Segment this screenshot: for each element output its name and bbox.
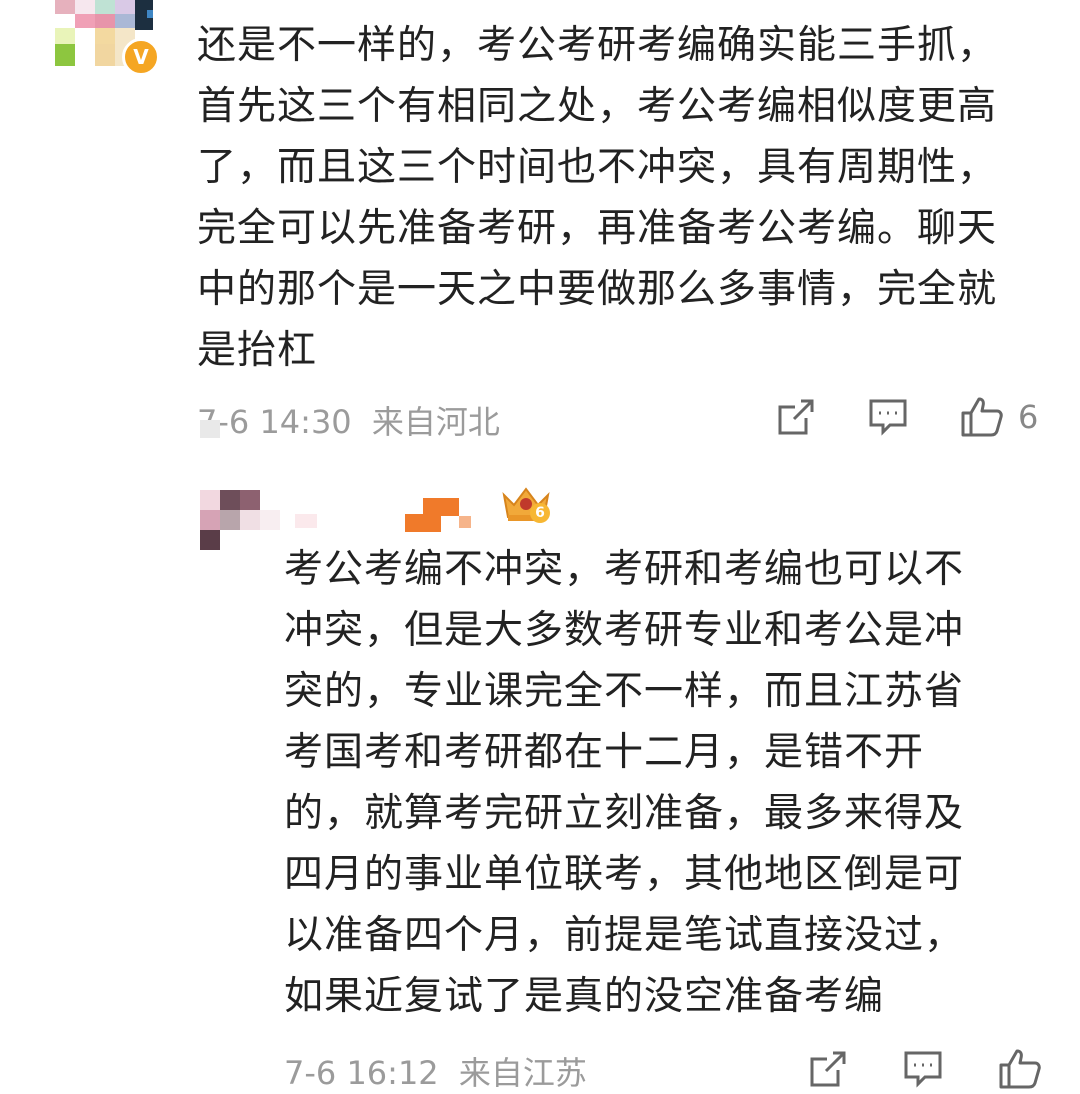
comment-time: 7-6 14:30 — [197, 403, 352, 441]
verified-badge: V — [122, 38, 160, 76]
pixelation-mask — [200, 420, 220, 438]
level-badge: 6 — [500, 485, 552, 525]
comment-text: 还是不一样的，考公考研考编确实能三手抓， 首先这三个有相同之处，考公考编相似度更… — [197, 23, 998, 373]
share-button[interactable] — [808, 1049, 848, 1089]
comment-actions: 6 — [776, 396, 1038, 438]
comment-icon — [869, 399, 907, 436]
comment-meta: 7-6 14:30 来自河北 — [197, 397, 500, 443]
comment-2: 6 考公考编不冲突，考研和考编也可以不 冲突，但是大多数考研专业和考公是冲 突的… — [0, 460, 1080, 1092]
share-button[interactable] — [776, 397, 816, 437]
share-icon — [810, 1051, 846, 1087]
like-count: 6 — [1018, 398, 1039, 436]
avatar[interactable] — [200, 490, 280, 550]
thumbs-up-icon — [961, 397, 1003, 437]
like-button[interactable]: 6 — [960, 396, 1038, 438]
level-number: 6 — [530, 503, 550, 523]
like-button[interactable] — [998, 1048, 1042, 1090]
comment-location: 来自江苏 — [458, 1054, 587, 1092]
comment-actions — [808, 1048, 1042, 1090]
comment-time: 7-6 16:12 — [284, 1054, 439, 1092]
comment-icon — [904, 1051, 942, 1088]
comment-meta: 7-6 16:12 来自江苏 — [284, 1048, 587, 1094]
reply-button[interactable] — [903, 1049, 943, 1089]
share-icon — [778, 399, 814, 435]
comment-1: V 还是不一样的，考公考研考编确实能三手抓， 首先这三个有相同之处，考公考编相似… — [0, 0, 1080, 460]
reply-button[interactable] — [868, 397, 908, 437]
comment-location: 来自河北 — [371, 403, 500, 441]
thumbs-up-icon — [999, 1049, 1041, 1089]
username-mask[interactable] — [295, 498, 495, 532]
comment-text: 考公考编不冲突，考研和考编也可以不 冲突，但是大多数考研专业和考公是冲 突的，专… — [284, 547, 965, 1019]
